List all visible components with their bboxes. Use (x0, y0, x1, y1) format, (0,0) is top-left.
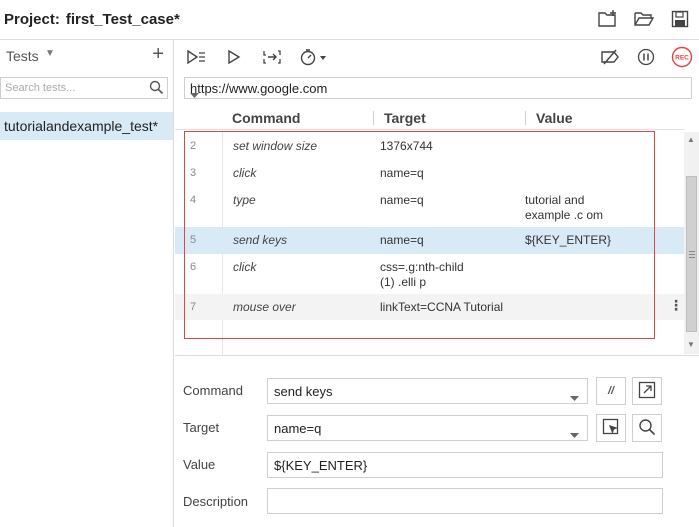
test-item[interactable]: tutorialandexample_test* (0, 112, 173, 140)
base-url-select[interactable]: https://www.google.com (184, 77, 692, 99)
description-label: Description (183, 494, 249, 509)
row-target: name=q (380, 233, 424, 247)
description-input[interactable] (267, 488, 663, 514)
row-target: css=.g:nth-child(1) .elli p (380, 260, 464, 289)
add-test-button[interactable]: + (152, 43, 164, 66)
tests-header: Tests ▼ + (0, 40, 174, 72)
comment-button[interactable]: // (596, 377, 626, 405)
external-link-icon (638, 381, 656, 402)
chevron-down-icon[interactable] (570, 426, 579, 441)
tests-dropdown[interactable]: Tests (6, 48, 39, 64)
scrollbar-thumb[interactable] (686, 176, 697, 332)
row-command: set window size (233, 139, 318, 153)
scroll-down-icon[interactable]: ▼ (687, 340, 695, 349)
row-value: ${KEY_ENTER} (525, 233, 612, 247)
search-tests-input[interactable] (1, 78, 141, 98)
column-header-value: Value (536, 110, 573, 126)
table-row[interactable]: 7 mouse over linkText=CCNA Tutorial ⋮ (175, 294, 685, 320)
commands-table: Command Target Value 2 set window size 1… (175, 104, 699, 356)
row-target: name=q (380, 166, 424, 180)
project-title: Project: first_Test_case* (4, 11, 180, 28)
record-icon[interactable]: REC (671, 46, 693, 68)
run-all-icon[interactable] (185, 46, 207, 68)
open-folder-icon[interactable] (633, 8, 655, 30)
save-icon[interactable] (669, 8, 691, 30)
table-row[interactable]: 6 click css=.g:nth-child(1) .elli p (175, 254, 685, 294)
value-label: Value (183, 457, 216, 472)
row-number: 3 (190, 167, 197, 179)
search-tests-box (0, 77, 168, 99)
value-text: ${KEY_ENTER} (274, 458, 368, 473)
row-target: 1376x744 (380, 139, 433, 153)
row-command: type (233, 193, 256, 207)
table-header: Command Target Value (175, 104, 685, 130)
new-folder-icon[interactable] (597, 8, 619, 30)
project-header: Project: first_Test_case* (0, 0, 699, 40)
command-value: send keys (274, 384, 333, 399)
project-name[interactable]: first_Test_case* (66, 11, 180, 28)
row-number: 2 (190, 140, 197, 152)
column-header-command: Command (232, 110, 301, 126)
column-header-target: Target (384, 110, 426, 126)
row-command: click (233, 260, 257, 274)
chevron-down-icon[interactable] (190, 86, 683, 101)
search-icon (149, 80, 164, 98)
command-label: Command (183, 383, 243, 398)
command-select[interactable]: send keys (267, 378, 588, 404)
target-select[interactable]: name=q (267, 415, 588, 441)
row-number: 5 (190, 234, 197, 246)
row-command: click (233, 166, 257, 180)
table-row[interactable]: 2 set window size 1376x744 (175, 134, 685, 161)
table-row[interactable]: 4 type name=q tutorial and example .c om (175, 188, 685, 227)
more-options-icon[interactable]: ⋮ (669, 297, 683, 314)
row-command: send keys (233, 233, 288, 247)
scroll-up-icon[interactable]: ▲ (687, 135, 695, 144)
cursor-select-icon (602, 418, 620, 439)
run-icon[interactable] (223, 46, 245, 68)
editor-toolbar: REC (175, 40, 699, 74)
pause-icon[interactable] (635, 46, 657, 68)
project-label: Project: (4, 11, 60, 28)
table-row[interactable]: 3 click name=q (175, 161, 685, 188)
row-number: 4 (190, 194, 197, 206)
chevron-down-icon[interactable] (570, 389, 579, 404)
row-value: tutorial and example .c om (525, 193, 604, 222)
select-target-button[interactable] (596, 414, 626, 442)
find-target-button[interactable] (632, 414, 662, 442)
table-row-selected[interactable]: 5 send keys name=q ${KEY_ENTER} (175, 227, 685, 254)
speed-icon[interactable] (299, 46, 329, 68)
chevron-down-icon[interactable]: ▼ (45, 48, 55, 59)
table-scrollbar[interactable]: ▲ ▼ (684, 132, 699, 354)
row-target: name=q (380, 193, 424, 207)
target-value: name=q (274, 421, 322, 436)
value-input[interactable]: ${KEY_ENTER} (267, 452, 663, 478)
disable-breakpoints-icon[interactable] (599, 46, 621, 68)
search-icon (638, 418, 656, 439)
row-number: 7 (190, 301, 197, 313)
step-icon[interactable] (261, 46, 283, 68)
comment-label: // (607, 385, 615, 397)
target-label: Target (183, 420, 220, 435)
row-target: linkText=CCNA Tutorial (380, 300, 504, 314)
row-number: 6 (190, 261, 197, 273)
record-label: REC (675, 55, 689, 62)
tests-sidebar: Tests ▼ + tutorialandexample_test* (0, 40, 174, 527)
open-reference-button[interactable] (632, 377, 662, 405)
row-command: mouse over (233, 300, 296, 314)
